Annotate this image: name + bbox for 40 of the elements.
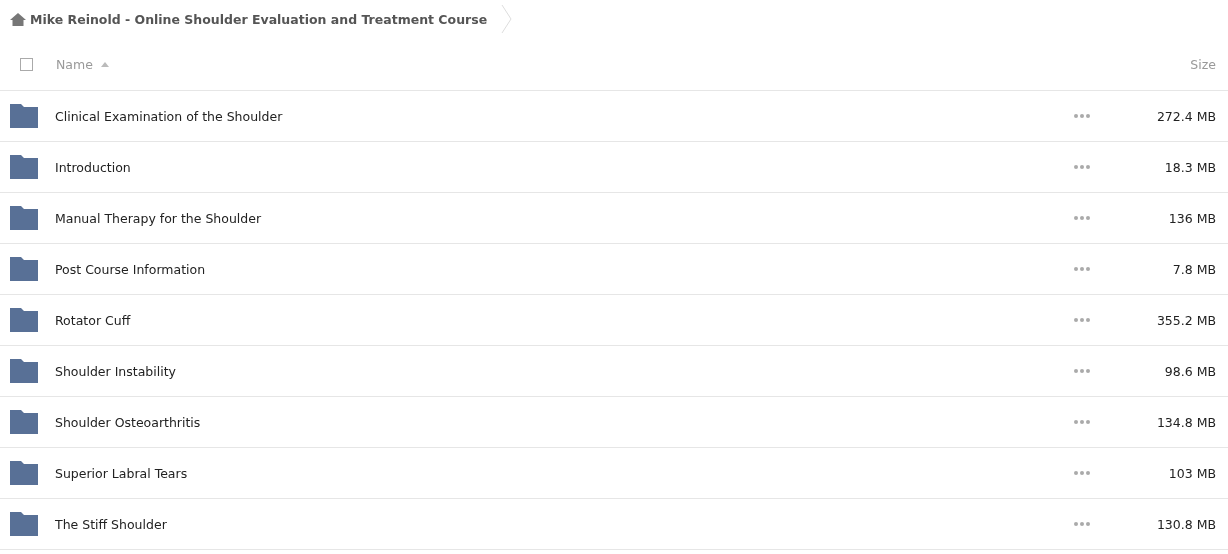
folder-link[interactable]: Rotator Cuff <box>55 312 1074 328</box>
folder-icon <box>10 512 38 536</box>
file-size: 98.6 MB <box>1163 363 1216 379</box>
more-icon <box>1074 216 1090 220</box>
file-size: 134.8 MB <box>1155 414 1216 430</box>
folder-link[interactable]: Manual Therapy for the Shoulder <box>55 210 1074 226</box>
folder-icon <box>10 206 38 230</box>
select-all-checkbox[interactable] <box>20 57 33 71</box>
file-size: 136 MB <box>1167 210 1216 226</box>
more-icon <box>1074 165 1090 169</box>
more-icon <box>1074 369 1090 373</box>
more-icon <box>1074 318 1090 322</box>
folder-icon <box>10 104 38 128</box>
more-icon <box>1074 114 1090 118</box>
folder-icon <box>10 155 38 179</box>
file-size: 18.3 MB <box>1163 159 1216 175</box>
more-icon <box>1074 267 1090 271</box>
breadcrumb-link[interactable]: Mike Reinold - Online Shoulder Evaluation and Treatment Course <box>30 11 488 27</box>
more-icon <box>1074 420 1090 424</box>
file-size: 355.2 MB <box>1155 312 1216 328</box>
more-icon <box>1074 471 1090 475</box>
folder-icon <box>10 308 38 332</box>
folder-link[interactable]: Clinical Examination of the Shoulder <box>55 108 1074 124</box>
folder-icon <box>10 257 38 281</box>
folder-icon <box>10 359 38 383</box>
file-size: 272.4 MB <box>1155 108 1216 124</box>
file-size: 130.8 MB <box>1155 516 1216 532</box>
folder-link[interactable]: The Stiff Shoulder <box>55 516 1074 532</box>
folder-link[interactable]: Post Course Information <box>55 261 1074 277</box>
folder-link[interactable]: Shoulder Osteoarthritis <box>55 414 1074 430</box>
chevron-icon <box>501 4 514 34</box>
folder-link[interactable]: Introduction <box>55 159 1074 175</box>
folder-icon <box>10 461 38 485</box>
home-icon <box>10 12 26 26</box>
file-size: 103 MB <box>1167 465 1216 481</box>
more-icon <box>1074 522 1090 526</box>
folder-link[interactable]: Superior Labral Tears <box>55 465 1074 481</box>
folder-icon <box>10 410 38 434</box>
folder-link[interactable]: Shoulder Instability <box>55 363 1074 379</box>
file-size: 7.8 MB <box>1171 261 1216 277</box>
